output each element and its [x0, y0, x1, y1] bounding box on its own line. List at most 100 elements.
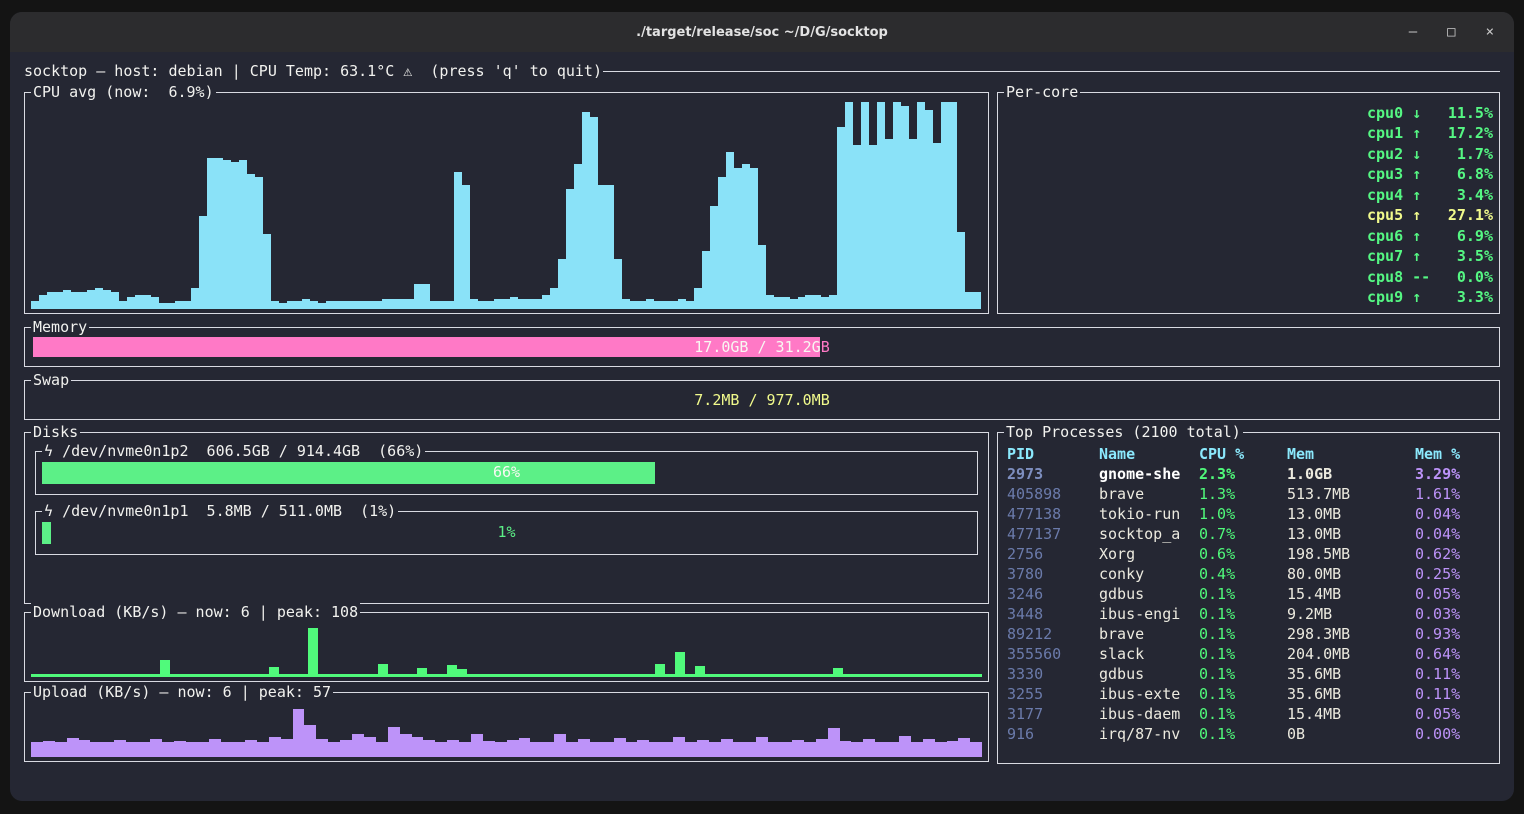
process-cell: 0.62% — [1415, 544, 1490, 564]
core-trend-arrow-icon: ↑ — [1412, 227, 1421, 245]
core-usage-value: 3.3% — [1421, 288, 1493, 306]
process-row: 477138tokio-run1.0%13.0MB0.04% — [998, 504, 1499, 524]
process-cell: 1.3% — [1199, 484, 1287, 504]
maximize-icon[interactable]: □ — [1447, 25, 1455, 39]
chart-bar — [1037, 248, 1039, 266]
process-cell: 0.1% — [1199, 624, 1287, 644]
swap-gauge: 7.2MB / 977.0MB7.2MB / 977.0MB — [33, 390, 1491, 410]
process-table-rows: 2973gnome-she2.3%1.0GB3.29%405898brave1.… — [998, 464, 1499, 744]
chart-bar — [358, 301, 366, 309]
chart-bar — [209, 739, 221, 757]
chart-bar — [949, 102, 957, 309]
core-sparkline — [1005, 226, 1359, 245]
chart-bar — [334, 301, 342, 309]
process-cell: 0.1% — [1199, 584, 1287, 604]
chart-bar — [263, 234, 271, 309]
chart-bar — [412, 737, 424, 757]
chart-bar — [287, 301, 295, 309]
chart-bar — [756, 737, 768, 757]
close-icon[interactable]: × — [1486, 25, 1494, 39]
disk-label: /dev/nvme0n1p2 606.5GB / 914.4GB (66%) — [62, 442, 423, 460]
core-label: cpu4 ↑3.4% — [1367, 186, 1493, 204]
chart-bar — [947, 741, 959, 757]
core-label: cpu8 --0.0% — [1367, 268, 1493, 286]
chart-bar — [602, 742, 614, 757]
titlebar[interactable]: ./target/release/soc ~/D/G/socktop – □ × — [10, 12, 1514, 52]
chart-bar — [43, 741, 55, 757]
chart-bar — [233, 742, 245, 757]
chart-bar — [438, 301, 446, 309]
process-cell: 916 — [1007, 724, 1099, 744]
chart-bar — [239, 160, 247, 309]
download-chart — [31, 626, 982, 677]
disk-title: ϟ /dev/nvme0n1p2 606.5GB / 914.4GB (66%) — [42, 442, 425, 461]
process-cell: 0.64% — [1415, 644, 1490, 664]
chart-bar — [462, 185, 470, 309]
core-usage-value: 3.5% — [1421, 247, 1493, 265]
chart-bar — [71, 292, 79, 309]
chart-bar — [622, 299, 630, 309]
core-usage-value: 0.0% — [1430, 268, 1493, 286]
chart-bar — [933, 143, 941, 309]
chart-bar — [661, 742, 673, 757]
header-rule — [603, 71, 1500, 72]
terminal-content: socktop — host: debian | CPU Temp: 63.1°… — [10, 52, 1514, 801]
chart-bar — [833, 668, 843, 674]
chart-bar — [507, 740, 519, 757]
core-name: cpu1 — [1367, 124, 1412, 142]
chart-bar — [750, 168, 758, 309]
chart-bar — [95, 288, 103, 309]
process-cell: 355560 — [1007, 644, 1099, 664]
chart-bar — [1037, 125, 1039, 143]
swap-title: Swap — [31, 371, 71, 390]
process-row: 2756Xorg0.6%198.5MB0.62% — [998, 544, 1499, 564]
chart-bar — [90, 742, 102, 757]
chart-bar — [294, 301, 302, 309]
core-trend-arrow-icon: ↓ — [1412, 104, 1421, 122]
chart-bar — [970, 742, 982, 757]
process-cell: 0.05% — [1415, 584, 1490, 604]
download-title: Download (KB/s) — now: 6 | peak: 108 — [31, 603, 360, 622]
chart-bar — [67, 738, 79, 757]
chart-bar — [55, 742, 67, 757]
chart-bar — [446, 301, 454, 309]
process-row: 916irq/87-nv0.1%0B0.00% — [998, 724, 1499, 744]
chart-bar — [518, 299, 526, 309]
process-cell: 0.1% — [1199, 644, 1287, 664]
upload-chart — [31, 706, 982, 757]
chart-bar — [207, 158, 215, 309]
processes-title: Top Processes (2100 total) — [1004, 423, 1243, 442]
chart-bar — [816, 739, 828, 757]
chart-bar — [223, 160, 231, 309]
process-cell: 0B — [1287, 724, 1415, 744]
chart-bar — [702, 251, 710, 309]
chart-bar — [191, 288, 199, 309]
chart-bar — [766, 295, 774, 309]
chart-bar — [637, 740, 649, 757]
disk-usage-gauge: 1%1% — [42, 522, 971, 544]
core-label: cpu6 ↑6.9% — [1367, 227, 1493, 245]
process-cell: 3330 — [1007, 664, 1099, 684]
process-cell: 0.93% — [1415, 624, 1490, 644]
chart-bar — [430, 301, 438, 309]
chart-bar — [590, 117, 598, 310]
process-cell: 3780 — [1007, 564, 1099, 584]
chart-bar — [63, 290, 71, 309]
process-cell: 477137 — [1007, 524, 1099, 544]
chart-bar — [821, 297, 829, 309]
chart-bar — [935, 742, 947, 757]
chart-bar — [694, 288, 702, 309]
process-cell: 3246 — [1007, 584, 1099, 604]
process-cell: 2973 — [1007, 464, 1099, 484]
process-cell: 0.1% — [1199, 664, 1287, 684]
core-sparkline — [1005, 144, 1359, 163]
chart-bar — [423, 740, 435, 757]
chart-bar — [733, 742, 745, 757]
process-cell: brave — [1099, 624, 1199, 644]
chart-bar — [447, 665, 457, 674]
process-cell: gdbus — [1099, 664, 1199, 684]
core-usage-value: 6.8% — [1421, 165, 1493, 183]
chart-bar — [281, 739, 293, 757]
chart-bar — [183, 301, 191, 309]
minimize-icon[interactable]: – — [1409, 25, 1417, 39]
